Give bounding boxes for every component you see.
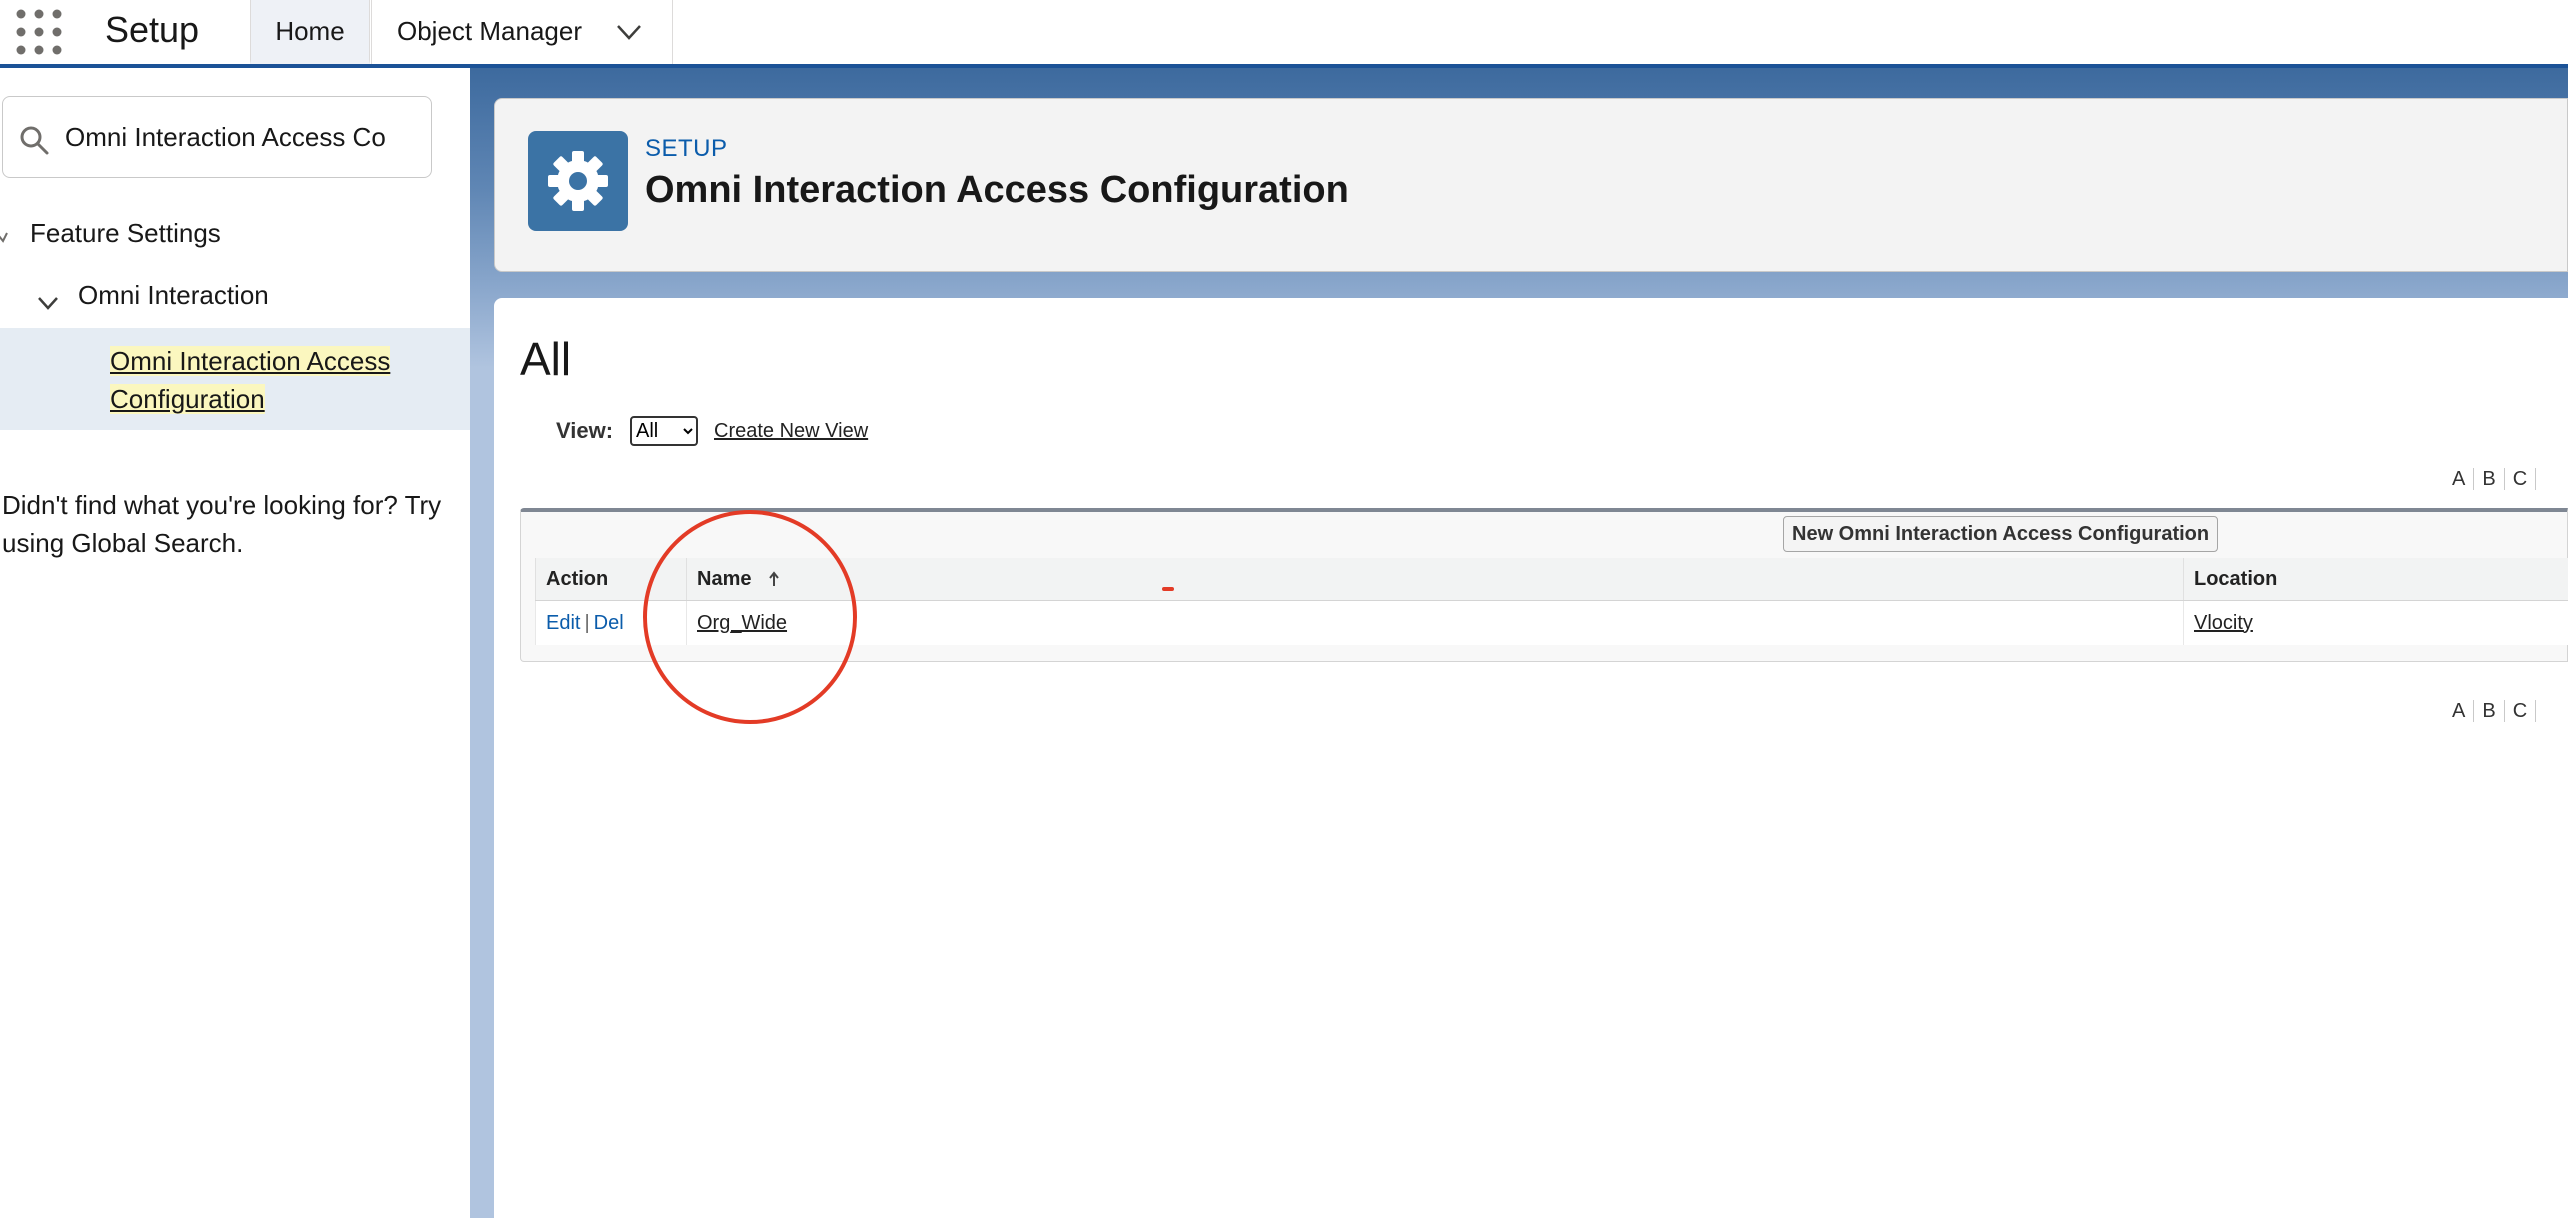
record-name-link[interactable]: Org_Wide — [697, 612, 787, 634]
action-cell: Edit | Del — [535, 600, 687, 645]
table-row: Edit | Del Org_Wide Vlocity — [535, 600, 2568, 645]
column-header-name[interactable]: Name — [686, 558, 2184, 601]
location-link[interactable]: Vlocity — [2194, 612, 2253, 634]
tab-object-manager-label: Object Manager — [397, 16, 582, 46]
name-cell: Org_Wide — [686, 600, 2184, 645]
chevron-down-icon[interactable] — [36, 294, 60, 312]
list-panel: New Omni Interaction Access Configuratio… — [520, 508, 2568, 662]
location-cell: Vlocity — [2183, 600, 2568, 645]
list-view-card: All View: All Create New View ABC New Om… — [494, 298, 2568, 1218]
action-separator: | — [584, 611, 590, 634]
chevron-down-icon — [0, 232, 8, 243]
edit-link[interactable]: Edit — [546, 612, 580, 634]
tree-item-selected: Omni Interaction Access Configuration — [0, 328, 470, 430]
page-title: Omni Interaction Access Configuration — [645, 169, 1349, 211]
sidebar-help-text: Didn't find what you're looking for? Try… — [2, 490, 442, 558]
column-header-action: Action — [535, 558, 687, 601]
app-title: Setup — [105, 9, 200, 50]
tree-item-label: Feature Settings — [30, 218, 221, 248]
sidebar-item-omni-interaction-access-configuration[interactable]: Omni Interaction Access Configuration — [110, 342, 440, 418]
alphabet-filter-bottom: ABC — [2452, 700, 2537, 726]
records-table: Action Name Location Edit | Del Org_Wide… — [535, 558, 2568, 645]
chevron-down-icon[interactable] — [614, 20, 644, 44]
table-header-row: Action Name Location — [535, 558, 2568, 601]
page-header: SETUP Omni Interaction Access Configurat… — [494, 98, 2568, 272]
header-eyebrow: SETUP — [645, 135, 728, 162]
app-launcher-icon[interactable] — [12, 5, 66, 59]
create-new-view-link[interactable]: Create New View — [714, 420, 868, 443]
tree-item-label: Omni Interaction — [78, 280, 269, 310]
header-icon-tile — [528, 131, 628, 231]
quick-find-box[interactable] — [2, 96, 432, 178]
alphabet-filter-top: ABC — [2452, 468, 2537, 494]
highlighted-link-text: Omni Interaction Access Configuration — [110, 346, 391, 414]
quick-find-input[interactable] — [65, 113, 401, 161]
column-header-name-label: Name — [697, 567, 752, 590]
tab-home[interactable]: Home — [250, 0, 370, 64]
annotation-mark — [1162, 587, 1174, 591]
search-icon — [20, 126, 49, 155]
alpha-filter-c[interactable]: C — [2505, 468, 2537, 490]
alpha-filter-c[interactable]: C — [2505, 700, 2537, 722]
view-select[interactable]: All — [630, 416, 698, 446]
column-header-location: Location — [2183, 558, 2568, 601]
gear-icon — [548, 151, 608, 211]
view-label: View: — [556, 418, 614, 443]
sort-ascending-icon[interactable] — [767, 571, 781, 587]
delete-link[interactable]: Del — [594, 612, 624, 634]
list-view-heading: All — [520, 333, 572, 385]
alpha-filter-a[interactable]: A — [2452, 700, 2475, 722]
setup-sidebar: Feature Settings Omni Interaction Omni I… — [0, 68, 471, 1218]
alpha-filter-b[interactable]: B — [2474, 468, 2505, 490]
alpha-filter-b[interactable]: B — [2474, 700, 2505, 722]
global-header: Setup Home Object Manager — [0, 0, 2568, 68]
new-omni-interaction-access-configuration-button[interactable]: New Omni Interaction Access Configuratio… — [1783, 516, 2219, 552]
tab-object-manager[interactable]: Object Manager — [371, 0, 673, 64]
alpha-filter-a[interactable]: A — [2452, 468, 2475, 490]
